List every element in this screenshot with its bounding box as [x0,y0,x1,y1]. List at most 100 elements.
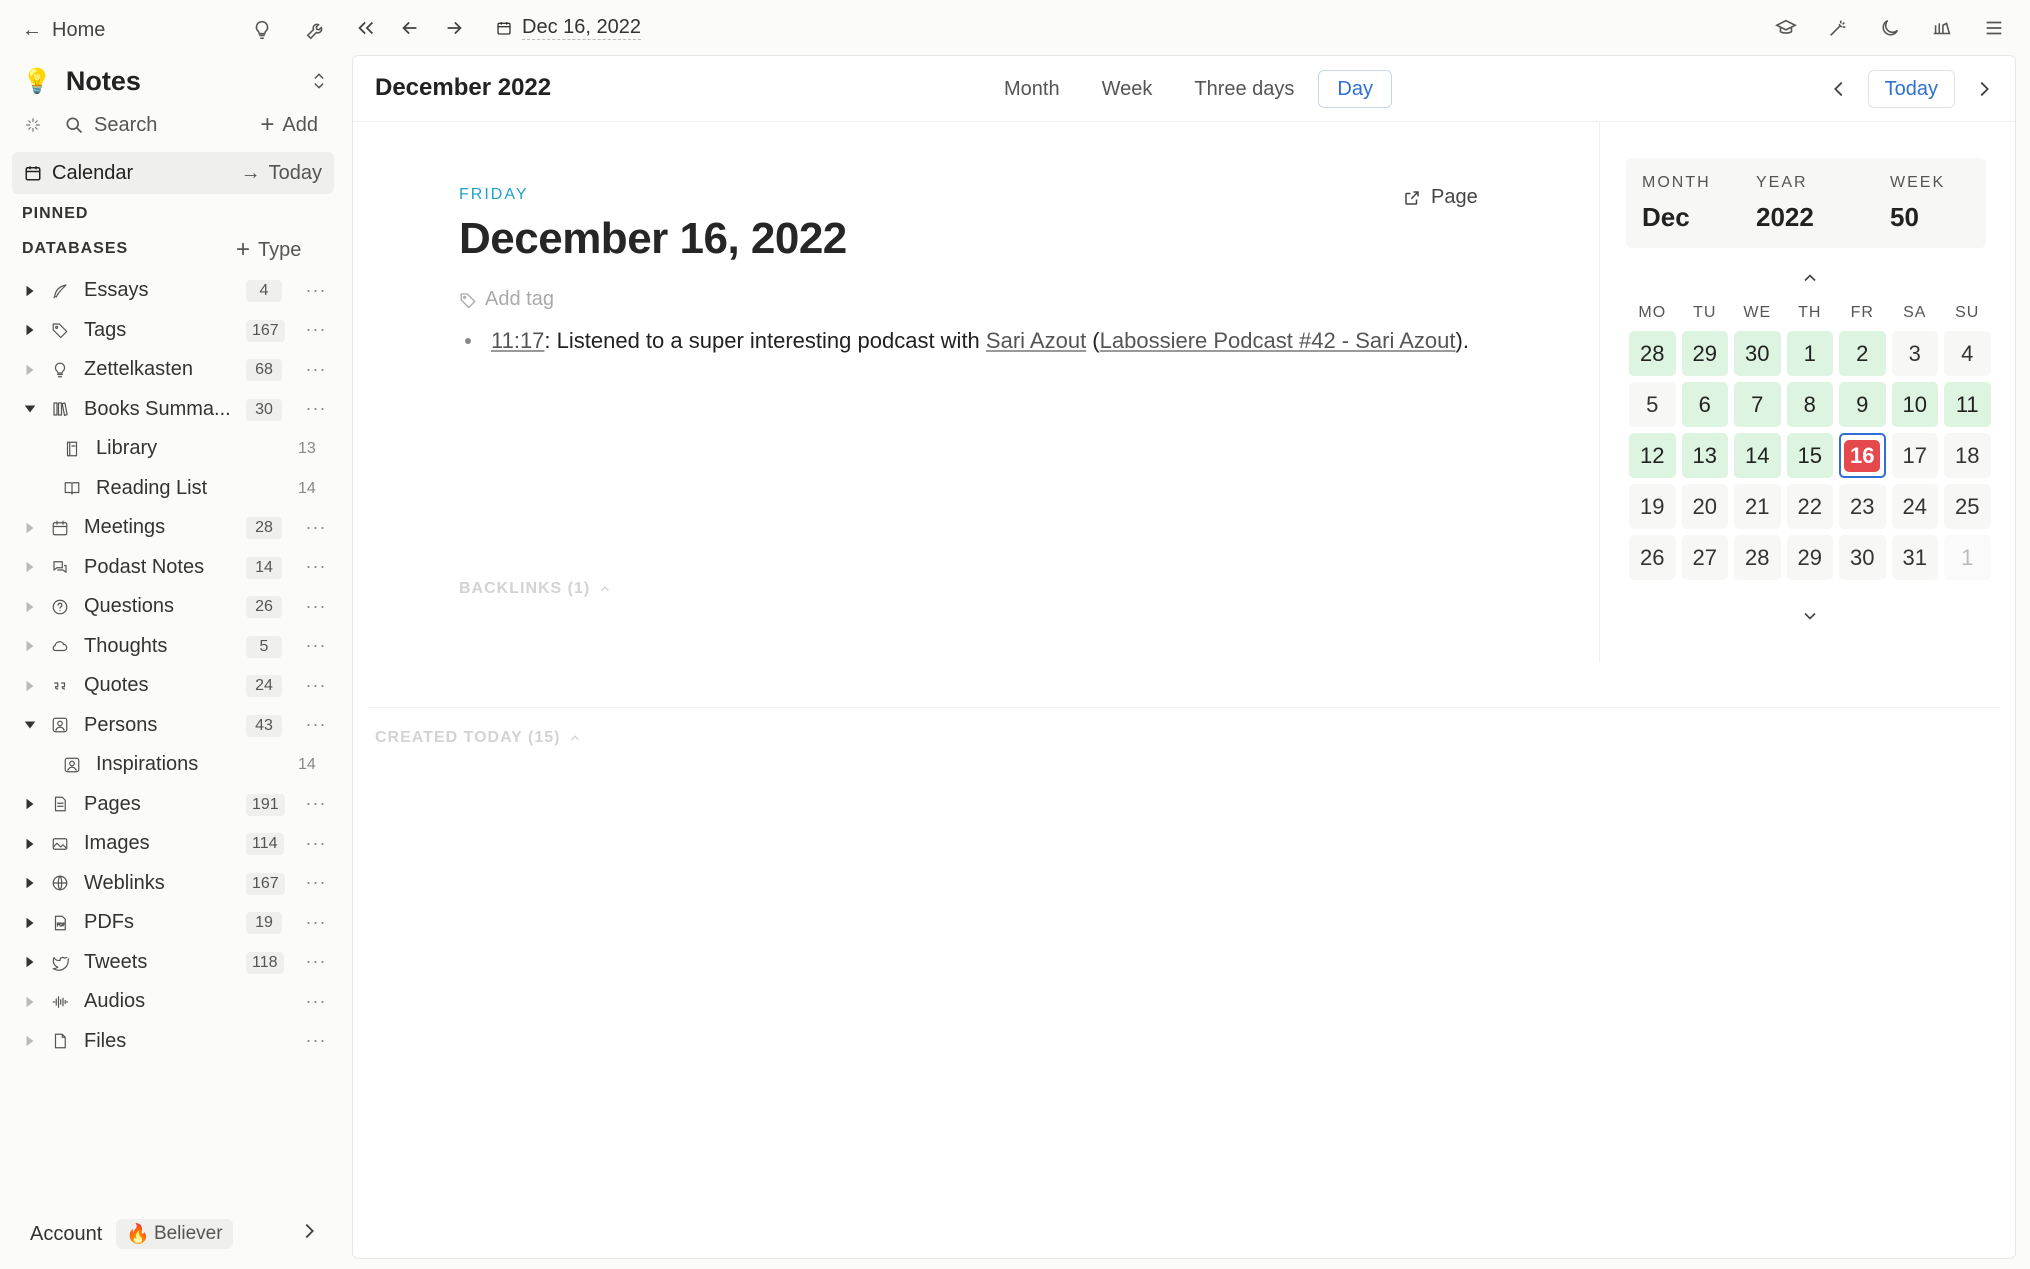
workspace-title[interactable]: 💡 Notes [22,60,141,102]
caret-right-icon[interactable] [22,520,38,536]
sidebar-database-item[interactable]: Tags 167 ··· [0,311,350,351]
calendar-day[interactable]: 1 [1944,535,1991,580]
caret-right-icon[interactable] [22,638,38,654]
caret-right-icon[interactable] [22,836,38,852]
sidebar-database-item[interactable]: Meetings 28 ··· [0,508,350,548]
caret-down-icon[interactable] [22,401,38,417]
sidebar-database-item[interactable]: PDFs 19 ··· [0,903,350,943]
forward-arrow-icon[interactable] [438,12,470,44]
calendar-day[interactable]: 19 [1629,484,1676,529]
open-page-button[interactable]: Page [1403,186,1478,209]
calendar-day[interactable]: 4 [1944,331,1991,376]
caret-down-icon[interactable] [22,717,38,733]
caret-right-icon[interactable] [22,875,38,891]
podcast-link[interactable]: Labossiere Podcast #42 - Sari Azout [1100,328,1456,353]
caret-right-icon[interactable] [22,796,38,812]
moon-icon[interactable] [1874,12,1906,44]
sidebar-database-item[interactable]: Quotes 24 ··· [0,666,350,706]
calendar-day[interactable]: 30 [1839,535,1886,580]
more-options-icon[interactable]: ··· [302,949,330,975]
chevron-down-icon[interactable] [1797,606,1823,626]
more-options-icon[interactable]: ··· [302,1028,330,1054]
sidebar-database-item[interactable]: Reading List 14 [0,469,350,509]
week-field[interactable]: WEEK 50 [1890,174,1945,233]
calendar-day[interactable]: 18 [1944,433,1991,478]
more-options-icon[interactable]: ··· [302,830,330,856]
calendar-day[interactable]: 23 [1839,484,1886,529]
calendar-day[interactable]: 12 [1629,433,1676,478]
sparkle-wand-icon[interactable] [1822,12,1854,44]
home-link[interactable]: ← Home [22,14,105,46]
calendar-day[interactable]: 28 [1734,535,1781,580]
more-options-icon[interactable]: ··· [302,554,330,580]
sidebar-database-item[interactable]: Tweets 118 ··· [0,943,350,983]
sidebar-database-item[interactable]: Files ··· [0,1022,350,1062]
calendar-day[interactable]: 24 [1891,484,1938,529]
calendar-day[interactable]: 14 [1734,433,1781,478]
caret-right-icon[interactable] [22,283,38,299]
calendar-day[interactable]: 1 [1786,331,1833,376]
more-options-icon[interactable]: ··· [302,396,330,422]
month-field[interactable]: MONTH Dec [1642,174,1711,233]
today-link[interactable]: → Today [241,162,322,185]
sidebar-database-item[interactable]: Library 13 [0,429,350,469]
wrench-icon[interactable] [300,14,332,46]
next-icon[interactable] [1969,71,1999,107]
add-type-button[interactable]: + Type [236,236,301,264]
calendar-day[interactable]: 21 [1734,484,1781,529]
add-button[interactable]: + Add [260,111,318,139]
calendar-day[interactable]: 5 [1629,382,1676,427]
caret-right-icon[interactable] [22,362,38,378]
sidebar-database-item[interactable]: Images 114 ··· [0,824,350,864]
sidebar-database-item[interactable]: Weblinks 167 ··· [0,864,350,904]
caret-right-icon[interactable] [22,994,38,1010]
back-arrow-icon[interactable] [394,12,426,44]
collapse-sidebar-icon[interactable] [350,12,382,44]
more-options-icon[interactable]: ··· [302,791,330,817]
sidebar-item-calendar[interactable]: Calendar → Today [12,152,334,194]
sidebar-database-item[interactable]: Books Summa... 30 ··· [0,390,350,430]
caret-right-icon[interactable] [22,599,38,615]
entry-time-link[interactable]: 11:17 [491,328,544,353]
sidebar-database-item[interactable]: Thoughts 5 ··· [0,627,350,667]
calendar-day[interactable]: 29 [1786,535,1833,580]
calendar-day[interactable]: 10 [1891,382,1938,427]
caret-right-icon[interactable] [22,559,38,575]
calendar-day[interactable]: 2 [1839,331,1886,376]
more-options-icon[interactable]: ··· [302,633,330,659]
calendar-day[interactable]: 26 [1629,535,1676,580]
more-options-icon[interactable]: ··· [302,909,330,935]
more-options-icon[interactable]: ··· [302,317,330,343]
sidebar-database-item[interactable]: Audios ··· [0,982,350,1022]
calendar-day-selected[interactable]: 16 [1839,433,1886,478]
library-icon[interactable] [1926,12,1958,44]
caret-right-icon[interactable] [22,322,38,338]
calendar-day[interactable]: 27 [1681,535,1728,580]
calendar-day[interactable]: 11 [1944,382,1991,427]
more-options-icon[interactable]: ··· [302,988,330,1014]
caret-right-icon[interactable] [22,954,38,970]
calendar-day[interactable]: 20 [1681,484,1728,529]
backlinks-toggle[interactable]: BACKLINKS (1) [459,580,612,598]
search-button[interactable]: Search [64,114,157,137]
more-options-icon[interactable]: ··· [302,712,330,738]
calendar-day[interactable]: 31 [1891,535,1938,580]
sidebar-database-item[interactable]: Persons 43 ··· [0,706,350,746]
account-row[interactable]: Account 🔥 Believer [30,1216,320,1252]
today-button[interactable]: Today [1867,70,1955,108]
calendar-day[interactable]: 30 [1734,331,1781,376]
sidebar-database-item[interactable]: Pages 191 ··· [0,785,350,825]
menu-icon[interactable] [1978,12,2010,44]
person-link[interactable]: Sari Azout [986,328,1086,353]
workspace-switch-icon[interactable] [306,66,332,96]
caret-right-icon[interactable] [22,915,38,931]
graduation-cap-icon[interactable] [1770,12,1802,44]
chevron-right-icon[interactable] [298,1220,320,1248]
calendar-day[interactable]: 28 [1629,331,1676,376]
more-options-icon[interactable]: ··· [302,356,330,382]
lightbulb-icon[interactable] [246,14,278,46]
sparkle-icon[interactable] [20,112,46,138]
calendar-day[interactable]: 8 [1786,382,1833,427]
caret-right-icon[interactable] [22,678,38,694]
calendar-day[interactable]: 3 [1891,331,1938,376]
